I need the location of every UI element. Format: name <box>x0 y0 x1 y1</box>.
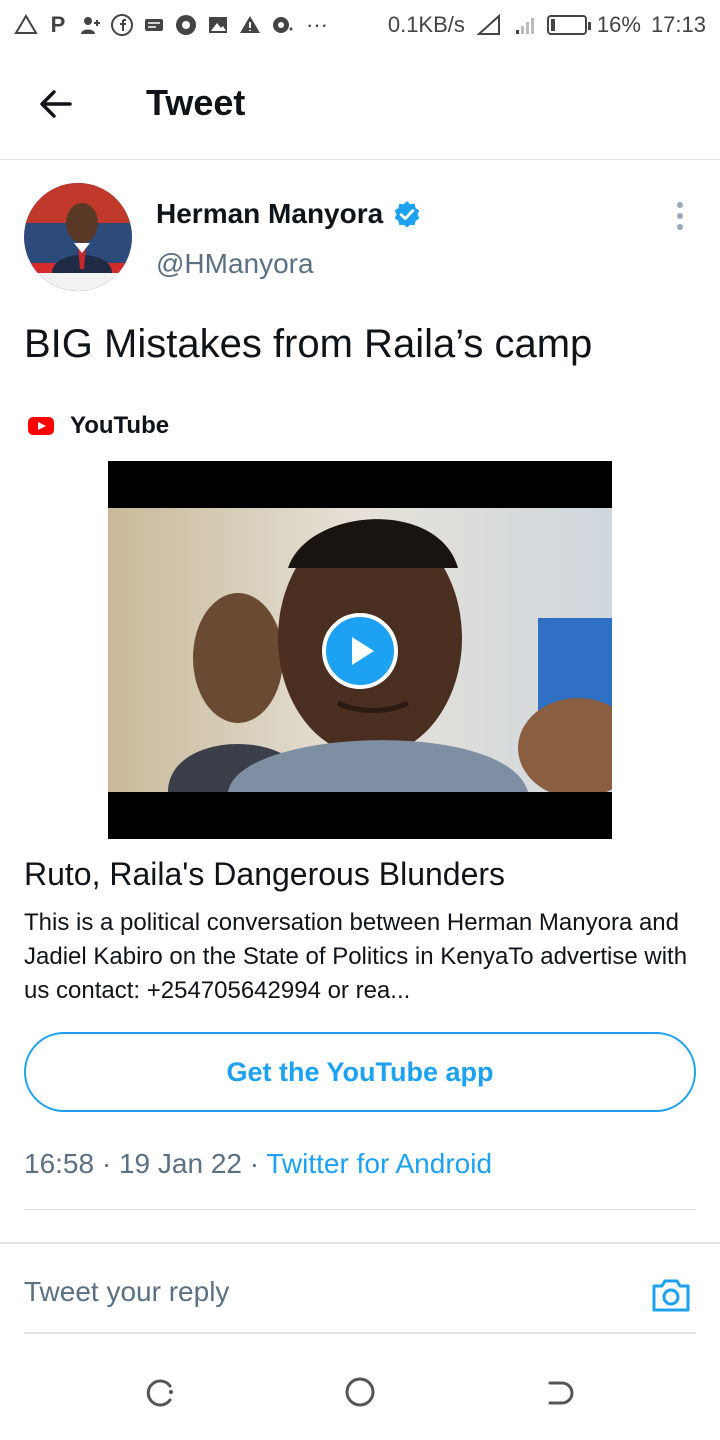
play-icon[interactable] <box>320 611 400 691</box>
overflow-indicator: ··· <box>306 12 328 37</box>
add-person-icon <box>81 17 100 34</box>
author-name[interactable]: Herman Manyora <box>156 198 421 230</box>
tweet-date: 19 Jan 22 <box>118 1148 242 1179</box>
divider <box>0 1242 720 1244</box>
chrome-icon <box>176 15 196 35</box>
tweet-client-link[interactable]: Twitter for Android <box>266 1148 492 1179</box>
card-title[interactable]: Ruto, Raila's Dangerous Blunders <box>24 856 505 893</box>
status-right: 0.1KB/s 16% 17:13 <box>388 12 706 38</box>
recents-icon[interactable] <box>142 1374 178 1410</box>
home-icon[interactable] <box>342 1374 378 1410</box>
status-bar: P ··· 0.1KB/s 16% 17:13 <box>0 0 720 50</box>
data-signal-icon <box>515 18 534 34</box>
sync-icon <box>273 17 293 33</box>
back-arrow-icon[interactable] <box>36 84 76 124</box>
app-header: Tweet <box>0 50 720 160</box>
tweet-time: 16:58 <box>24 1148 95 1179</box>
verified-badge-icon <box>394 201 420 228</box>
meta-separator: · <box>101 1148 119 1179</box>
reply-input[interactable]: Tweet your reply <box>24 1276 229 1308</box>
avatar-image <box>24 183 132 291</box>
parking-icon: P <box>50 12 66 37</box>
tweet-meta: 16:58 · 19 Jan 22 · Twitter for Android <box>24 1148 492 1180</box>
camera-icon[interactable] <box>650 1274 692 1316</box>
tweet-text: BIG Mistakes from Raila’s camp <box>24 322 593 366</box>
avatar[interactable] <box>24 183 132 291</box>
alert-icon <box>240 16 260 33</box>
clock: 17:13 <box>650 12 706 37</box>
warning-outline-icon <box>14 14 38 34</box>
image-icon <box>209 17 227 33</box>
system-nav-bar <box>0 1344 720 1440</box>
facebook-icon <box>111 14 133 36</box>
author-name-text: Herman Manyora <box>156 198 384 229</box>
card-source: YouTube <box>28 412 169 440</box>
page-title: Tweet <box>146 82 246 123</box>
message-icon <box>145 19 163 31</box>
battery-icon <box>546 15 591 35</box>
author-handle[interactable]: @HManyora <box>156 248 314 280</box>
card-source-label: YouTube <box>70 412 170 439</box>
card-description: This is a political conversation between… <box>24 909 688 1004</box>
back-icon[interactable] <box>542 1374 578 1410</box>
net-speed: 0.1KB/s <box>387 12 465 37</box>
notification-icons: P ··· <box>14 12 328 38</box>
battery-level: 16% <box>596 12 641 37</box>
signal-icon <box>476 13 500 35</box>
meta-separator: · <box>249 1148 267 1179</box>
youtube-logo-icon <box>28 417 54 435</box>
divider <box>24 1209 696 1210</box>
video-thumbnail[interactable] <box>108 461 612 839</box>
more-vertical-icon[interactable] <box>668 200 692 232</box>
divider <box>24 1332 696 1334</box>
get-youtube-app-button[interactable]: Get the YouTube app <box>24 1032 696 1112</box>
